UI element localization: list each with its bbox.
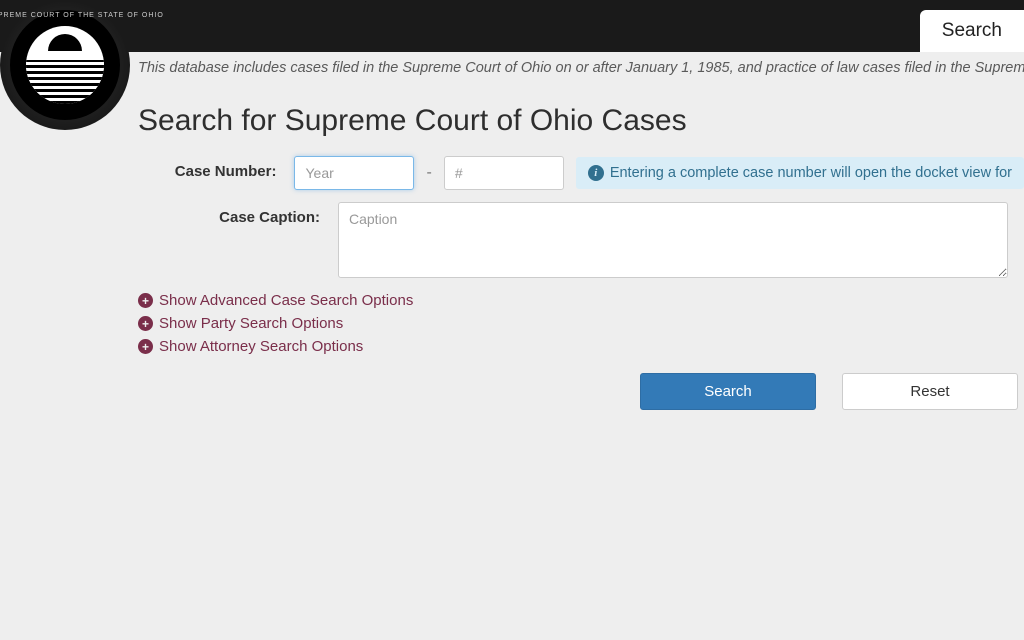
top-navbar: THE SUPREME COURT OF THE STATE OF OHIO S… xyxy=(0,0,1024,52)
reset-button[interactable]: Reset xyxy=(842,373,1018,410)
search-button[interactable]: Search xyxy=(640,373,816,410)
tab-search[interactable]: Search xyxy=(920,10,1024,52)
row-case-caption: Case Caption: xyxy=(138,202,1024,278)
main-content: Search for Supreme Court of Ohio Cases C… xyxy=(0,84,1024,410)
case-caption-input[interactable] xyxy=(338,202,1008,278)
case-year-input[interactable] xyxy=(294,156,414,190)
page-title: Search for Supreme Court of Ohio Cases xyxy=(138,104,1024,138)
seal-ring-text: THE SUPREME COURT OF THE STATE OF OHIO xyxy=(10,10,120,120)
case-number-dash: - xyxy=(414,164,443,182)
case-number-label: Case Number: xyxy=(138,156,294,180)
toggle-attorney-label: Show Attorney Search Options xyxy=(159,338,363,355)
plus-circle-icon: + xyxy=(138,339,153,354)
row-case-number: Case Number: - i Entering a complete cas… xyxy=(138,156,1024,190)
toggle-party-options[interactable]: + Show Party Search Options xyxy=(138,315,1024,332)
case-number-info: i Entering a complete case number will o… xyxy=(576,157,1024,189)
toggle-advanced-label: Show Advanced Case Search Options xyxy=(159,292,413,309)
toggle-advanced-options[interactable]: + Show Advanced Case Search Options xyxy=(138,292,1024,309)
state-seal: THE SUPREME COURT OF THE STATE OF OHIO xyxy=(0,0,130,130)
search-option-toggles: + Show Advanced Case Search Options + Sh… xyxy=(138,292,1024,355)
case-num-input[interactable] xyxy=(444,156,564,190)
plus-circle-icon: + xyxy=(138,316,153,331)
button-row: Search Reset xyxy=(640,373,1024,410)
info-text: Entering a complete case number will ope… xyxy=(610,165,1012,181)
case-number-inputs: - i Entering a complete case number will… xyxy=(294,156,1024,190)
toggle-attorney-options[interactable]: + Show Attorney Search Options xyxy=(138,338,1024,355)
toggle-party-label: Show Party Search Options xyxy=(159,315,343,332)
info-icon: i xyxy=(588,165,604,181)
case-caption-label: Case Caption: xyxy=(138,202,338,226)
database-description: This database includes cases filed in th… xyxy=(0,52,1024,84)
plus-circle-icon: + xyxy=(138,293,153,308)
seal-inner: THE SUPREME COURT OF THE STATE OF OHIO xyxy=(10,10,120,120)
